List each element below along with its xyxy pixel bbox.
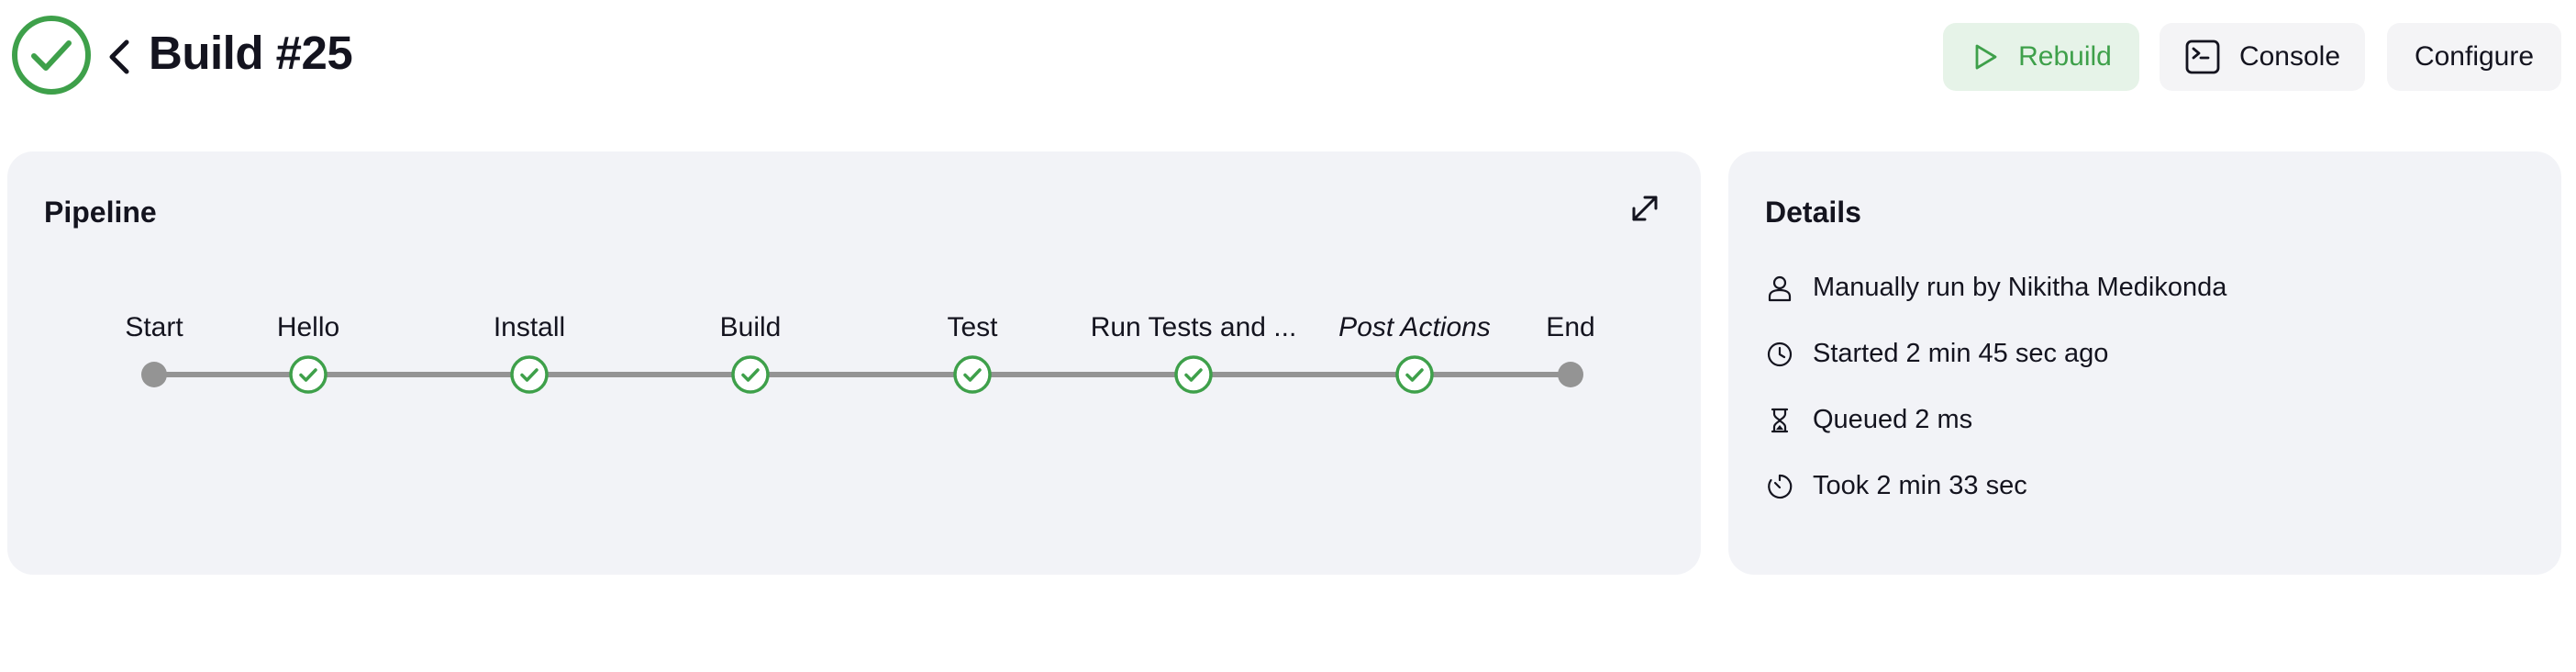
build-page: Build #25 Rebuild Console Configure Pipe… <box>0 0 2576 672</box>
stage-label-install: Install <box>493 312 566 342</box>
clock-icon <box>1767 342 1793 366</box>
console-label: Console <box>2238 41 2341 72</box>
detail-queued-text: Queued 2 ms <box>1813 405 1973 434</box>
detail-started-text: Started 2 min 45 sec ago <box>1813 339 2109 368</box>
stage-success-icon-hello[interactable] <box>288 354 328 395</box>
details-card: Details Manually run by Nikitha Medikond… <box>1728 151 2561 575</box>
console-button[interactable]: Console <box>2160 23 2365 91</box>
stage-label-post-actions: Post Actions <box>1338 312 1491 342</box>
stage-node-end <box>1558 362 1583 387</box>
detail-row-duration: Took 2 min 33 sec <box>1765 471 2027 501</box>
stage-label-end: End <box>1546 312 1595 342</box>
stage-success-icon-post-actions[interactable] <box>1394 354 1435 395</box>
stage-label-run-tests: Run Tests and ... <box>1090 312 1297 342</box>
page-title: Build #25 <box>149 27 353 79</box>
timer-icon <box>1768 474 1793 498</box>
pipeline-card: Pipeline Start Hello Install Build Test … <box>7 151 1701 575</box>
stage-label-test: Test <box>947 312 998 342</box>
stage-label-build: Build <box>719 312 782 342</box>
stage-node-start <box>141 362 167 387</box>
configure-button[interactable]: Configure <box>2387 23 2561 91</box>
detail-row-run-by: Manually run by Nikitha Medikonda <box>1765 273 2226 303</box>
stage-success-icon-build[interactable] <box>730 354 771 395</box>
detail-run-by-text: Manually run by Nikitha Medikonda <box>1813 273 2227 302</box>
play-icon <box>1975 44 1997 70</box>
stage-success-icon-test[interactable] <box>952 354 993 395</box>
terminal-icon <box>2185 39 2220 74</box>
detail-row-started: Started 2 min 45 sec ago <box>1765 339 2108 369</box>
back-chevron-icon[interactable] <box>103 37 136 77</box>
detail-duration-text: Took 2 min 33 sec <box>1813 471 2027 500</box>
rebuild-button[interactable]: Rebuild <box>1943 23 2139 91</box>
stage-success-icon-run-tests[interactable] <box>1173 354 1214 395</box>
stage-label-start: Start <box>125 312 183 342</box>
hourglass-icon <box>1771 408 1789 432</box>
person-icon <box>1768 275 1792 301</box>
expand-icon[interactable] <box>1627 190 1663 227</box>
rebuild-label: Rebuild <box>2018 41 2112 72</box>
details-title: Details <box>1765 196 1861 229</box>
pipeline-title: Pipeline <box>44 196 157 229</box>
build-success-icon <box>12 16 91 95</box>
stage-success-icon-install[interactable] <box>509 354 550 395</box>
configure-label: Configure <box>2414 41 2535 72</box>
detail-row-queued: Queued 2 ms <box>1765 405 1972 435</box>
pipeline-connector-line <box>154 372 1571 377</box>
stage-label-hello: Hello <box>276 312 340 342</box>
